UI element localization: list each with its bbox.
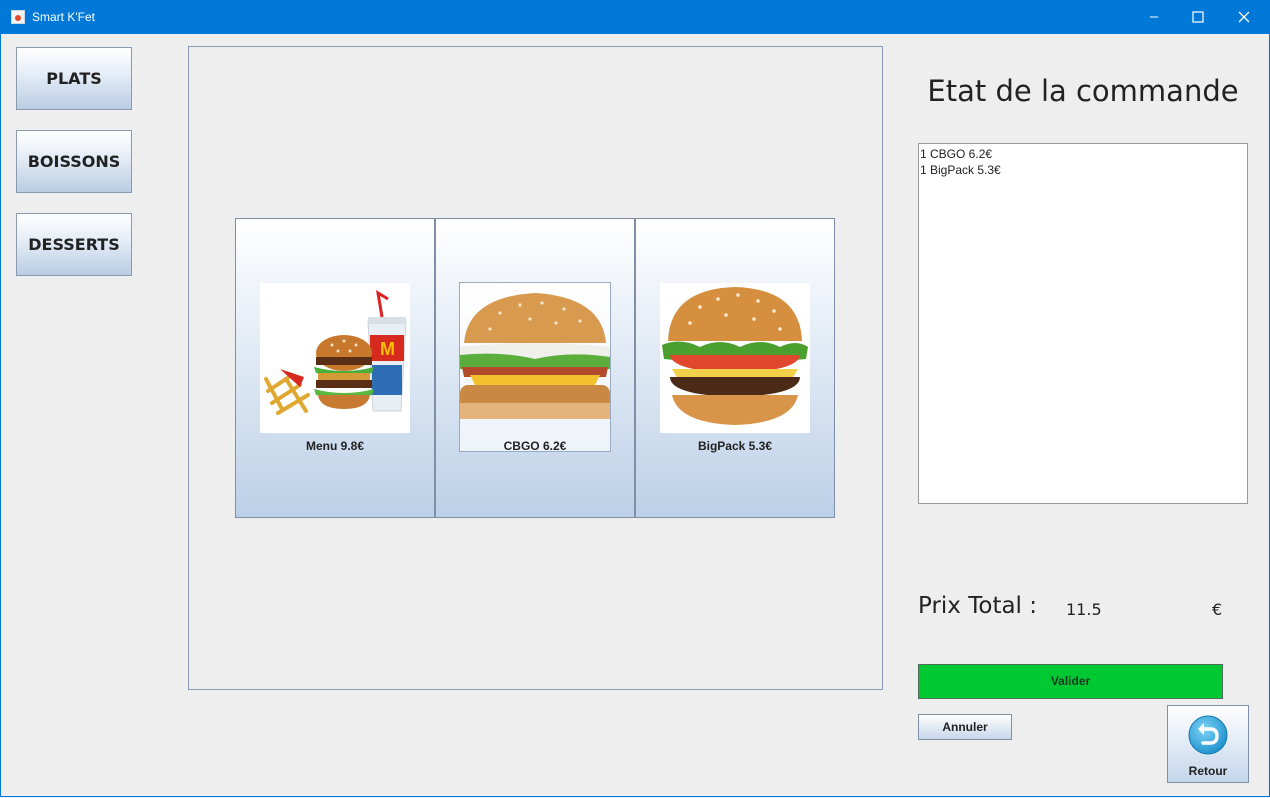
category-button-plats[interactable]: PLATS (16, 47, 132, 110)
product-button-menu[interactable]: M Menu 9.8€ (235, 218, 435, 518)
annuler-button[interactable]: Annuler (918, 714, 1012, 740)
cbgo-image (459, 282, 611, 452)
product-label-menu: Menu 9.8€ (305, 439, 365, 453)
valider-button[interactable]: Valider (918, 664, 1223, 699)
close-icon[interactable] (1221, 0, 1267, 34)
total-currency: € (1212, 600, 1223, 619)
total-value: 11.5 (1066, 600, 1102, 619)
retour-label: Retour (1188, 764, 1228, 778)
order-title: Etat de la commande (927, 74, 1239, 108)
retour-button[interactable]: Retour (1167, 705, 1249, 783)
app-icon (11, 10, 25, 24)
order-list[interactable]: 1 CBGO 6.2€ 1 BigPack 5.3€ (918, 143, 1248, 504)
product-button-cbgo[interactable]: CBGO 6.2€ (435, 218, 635, 518)
maximize-icon[interactable] (1175, 0, 1221, 34)
total-label: Prix Total : (918, 593, 1038, 619)
category-button-boissons[interactable]: BOISSONS (16, 130, 132, 193)
undo-icon (1188, 715, 1228, 760)
order-line: 1 BigPack 5.3€ (920, 163, 1001, 177)
menu-image: M (260, 283, 410, 433)
title-bar: Smart K'Fet – (0, 0, 1270, 34)
order-line: 1 CBGO 6.2€ (920, 147, 993, 161)
product-label-bigpack: BigPack 5.3€ (697, 439, 773, 453)
window-title: Smart K'Fet (32, 10, 95, 24)
product-button-bigpack[interactable]: BigPack 5.3€ (635, 218, 835, 518)
category-button-desserts[interactable]: DESSERTS (16, 213, 132, 276)
product-label-cbgo: CBGO 6.2€ (503, 439, 567, 453)
bigpack-image (660, 283, 810, 433)
svg-text:M: M (380, 339, 395, 359)
minimize-icon[interactable]: – (1131, 0, 1177, 34)
